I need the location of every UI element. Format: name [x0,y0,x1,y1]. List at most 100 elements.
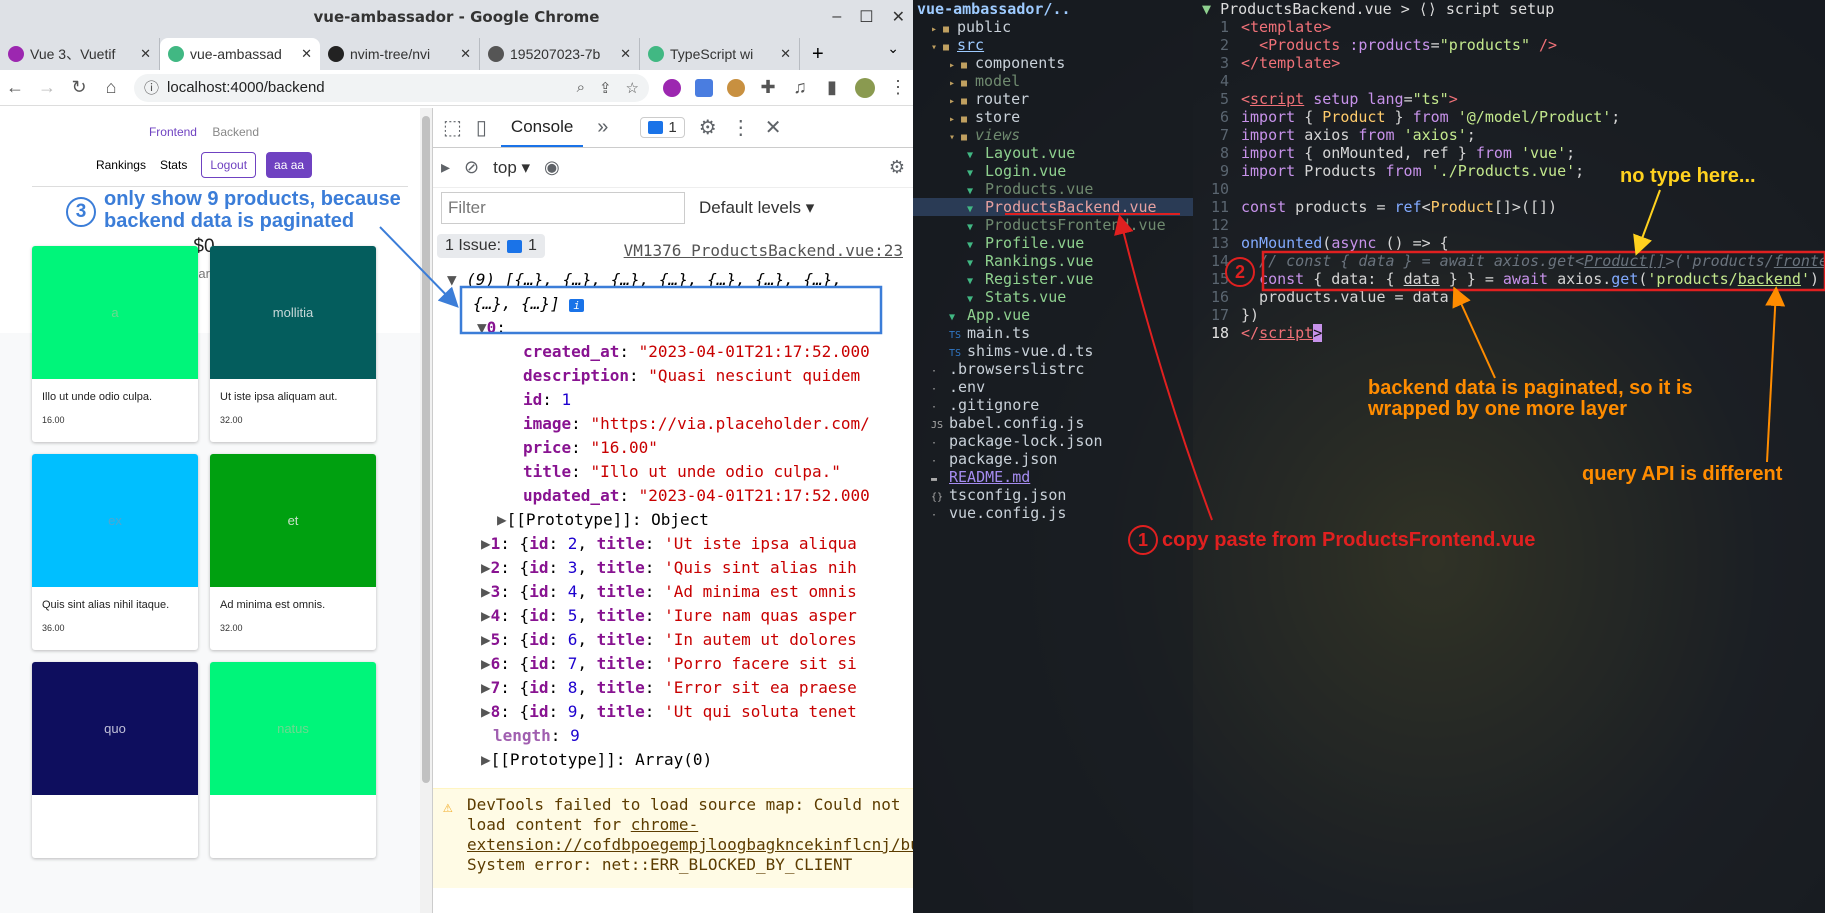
array-summary[interactable]: ▼ (9) [{…}, {…}, {…}, {…}, {…}, {…}, {…}… [433,268,913,292]
tab-close-icon[interactable]: ✕ [140,46,151,62]
tree-item[interactable]: · package-lock.json [913,432,1193,450]
puzzle-extensions-icon[interactable]: ✚ [759,77,777,98]
side-panel-icon[interactable]: ▮ [823,77,841,98]
console-array-item[interactable]: ▶4: {id: 5, title: 'Iure nam quas asper [433,604,913,628]
tree-item[interactable]: · .browserslistrc [913,360,1193,378]
tree-item[interactable]: · .env [913,378,1193,396]
tab-close-icon[interactable]: ✕ [620,46,631,62]
address-bar[interactable]: ⓘ localhost:4000/backend ⌕ ⇪ ☆ [134,73,649,102]
share-icon[interactable]: ⇪ [599,79,612,97]
tree-item[interactable]: ▼ Register.vue [913,270,1193,288]
tab-3[interactable]: 195207023-7b ✕ [480,38,640,70]
tree-item[interactable]: ▾ ■ views [913,126,1193,144]
code-line[interactable]: 8 import { onMounted, ref } from 'vue'; [1193,144,1825,162]
code-line[interactable]: 7 import axios from 'axios'; [1193,126,1825,144]
profile-avatar[interactable] [855,77,875,98]
bookmark-star-icon[interactable]: ☆ [626,79,639,97]
logout-button[interactable]: Logout [201,152,257,178]
tree-item[interactable]: ▼ Stats.vue [913,288,1193,306]
tree-item[interactable]: TS shims-vue.d.ts [913,342,1193,360]
devtools-close-icon[interactable]: ✕ [765,115,782,140]
console-array-item[interactable]: ▶6: {id: 7, title: 'Porro facere sit si [433,652,913,676]
product-card[interactable]: et Ad minima est omnis. 32.00 [210,454,376,650]
code-line[interactable]: 12 [1193,216,1825,234]
code-line[interactable]: 16 products.value = data [1193,288,1825,306]
tree-item[interactable]: ▾ ■ src [913,36,1193,54]
tree-item[interactable]: ▼ Rankings.vue [913,252,1193,270]
media-icon[interactable]: ♫ [791,77,809,98]
product-card[interactable]: natus [210,662,376,858]
tree-item[interactable]: ▼ Login.vue [913,162,1193,180]
home-icon[interactable]: ⌂ [102,77,120,98]
clear-console-icon[interactable]: ⊘ [464,157,479,178]
tab-0[interactable]: Vue 3、Vuetif ✕ [0,38,160,70]
menu-kebab-icon[interactable]: ⋮ [889,77,907,98]
tree-item[interactable]: · vue.config.js [913,504,1193,522]
console-array-item[interactable]: ▶5: {id: 6, title: 'In autem ut dolores [433,628,913,652]
tree-item[interactable]: ▸ ■ components [913,54,1193,72]
tab-2[interactable]: nvim-tree/nvi ✕ [320,38,480,70]
code-line[interactable]: 17}) [1193,306,1825,324]
tree-item[interactable]: ▸ ■ public [913,18,1193,36]
sidebar-toggle-icon[interactable]: ▸ [441,157,450,178]
tab-close-icon[interactable]: ✕ [301,46,312,62]
tree-item[interactable]: · .gitignore [913,396,1193,414]
scrollbar-thumb[interactable] [422,116,430,783]
tree-item[interactable]: ▼ App.vue [913,306,1193,324]
zoom-icon[interactable]: ⌕ [577,79,585,97]
forward-icon[interactable]: → [38,77,56,98]
close-icon[interactable]: ✕ [892,7,905,27]
nav-backend-link[interactable]: Backend [212,125,259,139]
console-array-item[interactable]: ▶8: {id: 9, title: 'Ut qui soluta tenet [433,700,913,724]
product-card[interactable]: mollitia Ut iste ipsa aliquam aut. 32.00 [210,246,376,442]
page-scrollbar[interactable] [420,108,432,913]
code-line[interactable]: 4 [1193,72,1825,90]
device-toolbar-icon[interactable]: ▯ [476,115,487,140]
item-0-toggle[interactable]: ▼0: [433,316,913,340]
tab-close-icon[interactable]: ✕ [780,46,791,62]
levels-dropdown[interactable]: Default levels ▾ [699,198,814,218]
info-icon[interactable]: i [569,299,584,312]
tree-item[interactable]: ▼ ProductsFrontend.vue [913,216,1193,234]
tree-root[interactable]: vue-ambassador/.. [913,0,1193,18]
reload-icon[interactable]: ↻ [70,77,88,98]
code-line[interactable]: 18 </script> [1193,324,1825,342]
console-array-item[interactable]: ▶7: {id: 8, title: 'Error sit ea praese [433,676,913,700]
filter-input[interactable]: Filter [441,192,685,224]
tree-item[interactable]: JS babel.config.js [913,414,1193,432]
code-line[interactable]: 2 <Products :products="products" /> [1193,36,1825,54]
code-line[interactable]: 6 import { Product } from '@/model/Produc… [1193,108,1825,126]
code-line[interactable]: 5 <script setup lang="ts"> [1193,90,1825,108]
code-line[interactable]: 13 onMounted(async () => { [1193,234,1825,252]
tree-item[interactable]: ▼ ProductsBackend.vue [913,198,1193,216]
tree-item[interactable]: {} tsconfig.json [913,486,1193,504]
nav-stats-link[interactable]: Stats [160,158,187,172]
product-card[interactable]: quo [32,662,198,858]
settings-gear-icon[interactable]: ⚙ [699,115,717,140]
messages-badge[interactable]: 1 [640,117,685,138]
code-line[interactable]: 1 <template> [1193,18,1825,36]
site-info-icon[interactable]: ⓘ [144,77,159,98]
code-line[interactable]: 3 </template> [1193,54,1825,72]
console-settings-icon[interactable]: ⚙ [889,157,905,178]
console-array-item[interactable]: ▶3: {id: 4, title: 'Ad minima est omnis [433,580,913,604]
nav-rankings-link[interactable]: Rankings [96,158,146,172]
array-prototype[interactable]: ▶[[Prototype]]: Array(0) [433,748,913,772]
console-array-item[interactable]: ▶1: {id: 2, title: 'Ut iste ipsa aliqua [433,532,913,556]
tree-item[interactable]: · package.json [913,450,1193,468]
tab-console[interactable]: Console [500,109,584,147]
tree-item[interactable]: ▬ README.md [913,468,1193,486]
cookie-extension-icon[interactable] [727,78,745,97]
code-line[interactable]: 14 // const { data } = await axios.get<P… [1193,252,1825,270]
new-tab-icon[interactable]: + [800,38,836,70]
translate-extension-icon[interactable] [695,78,713,97]
tree-item[interactable]: ▸ ■ store [913,108,1193,126]
tree-item[interactable]: ▼ Profile.vue [913,234,1193,252]
tree-item[interactable]: ▼ Products.vue [913,180,1193,198]
context-selector[interactable]: top ▾ [493,158,530,178]
tab-search-icon[interactable]: ⌄ [887,40,899,57]
extension-icon[interactable] [663,78,681,97]
product-card[interactable]: ex Quis sint alias nihil itaque. 36.00 [32,454,198,650]
product-card[interactable]: a Illo ut unde odio culpa. 16.00 [32,246,198,442]
tab-4[interactable]: TypeScript wi ✕ [640,38,800,70]
